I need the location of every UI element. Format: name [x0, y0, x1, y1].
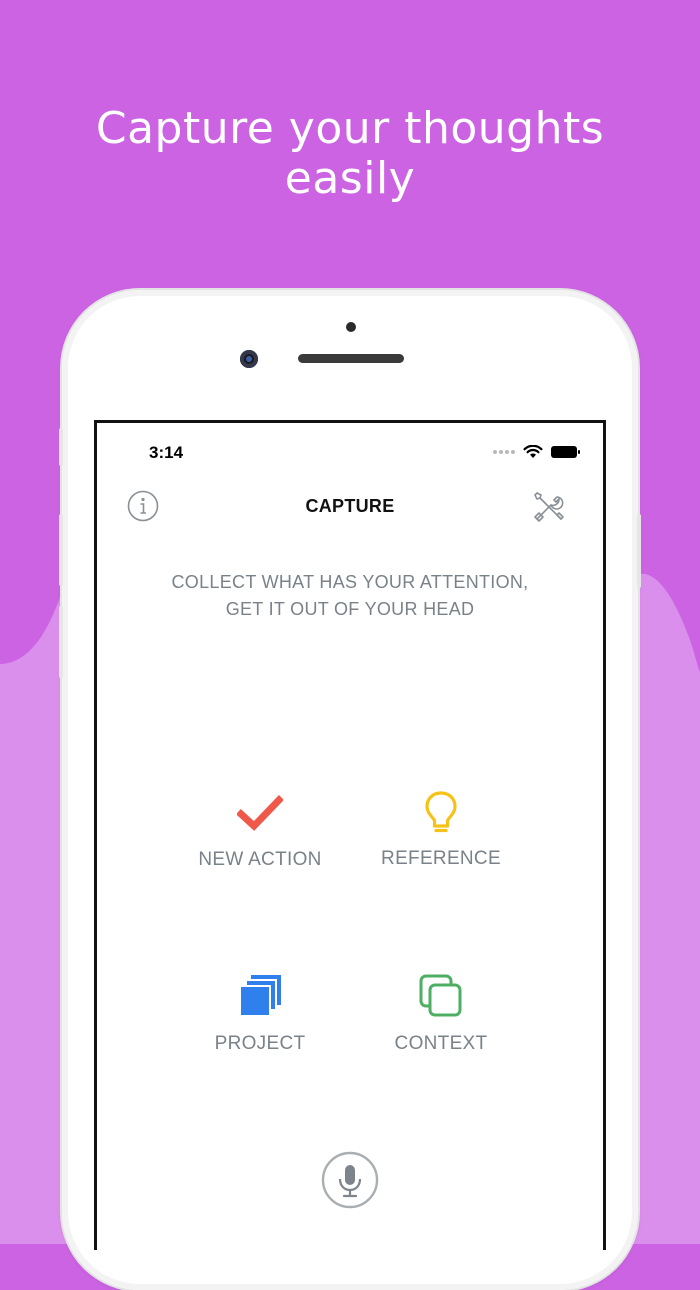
power-button [637, 514, 641, 588]
instruction-line-2: GET IT OUT OF YOUR HEAD [225, 599, 475, 619]
signal-icon [493, 450, 515, 454]
capture-instructions: COLLECT WHAT HAS YOUR ATTENTION, GET IT … [97, 569, 603, 623]
proximity-sensor [346, 322, 356, 332]
volume-up-button [59, 514, 63, 586]
stacked-squares-icon [239, 975, 281, 1017]
reference-button[interactable]: REFERENCE [351, 790, 531, 870]
tools-icon[interactable] [531, 489, 567, 525]
new-action-button[interactable]: NEW ACTION [170, 795, 350, 871]
headline-line-2: easily [284, 153, 416, 204]
context-label: CONTEXT [394, 1033, 488, 1054]
reference-label: REFERENCE [381, 848, 501, 869]
microphone-icon[interactable] [321, 1151, 379, 1209]
marketing-headline: Capture your thoughts easily [0, 104, 700, 204]
project-button[interactable]: PROJECT [170, 973, 350, 1055]
phone-screen: 3:14 CAPTURE COLLECT WHAT HAS YOUR ATTEN… [94, 420, 606, 1250]
battery-icon [551, 446, 580, 458]
overlapping-squares-icon [419, 974, 462, 1017]
mute-switch [59, 428, 63, 466]
instruction-line-1: COLLECT WHAT HAS YOUR ATTENTION, [171, 572, 529, 592]
checkmark-icon [237, 795, 283, 831]
status-indicators [493, 445, 580, 459]
project-label: PROJECT [214, 1033, 306, 1054]
page-title: CAPTURE [305, 496, 395, 516]
earpiece-speaker [298, 354, 404, 363]
front-camera [240, 350, 258, 368]
headline-line-1: Capture your thoughts [95, 103, 605, 154]
lightbulb-icon [425, 791, 457, 833]
context-button[interactable]: CONTEXT [351, 973, 531, 1055]
volume-down-button [59, 606, 63, 678]
status-time: 3:14 [149, 443, 184, 462]
new-action-label: NEW ACTION [198, 849, 322, 870]
wifi-icon [523, 445, 543, 458]
